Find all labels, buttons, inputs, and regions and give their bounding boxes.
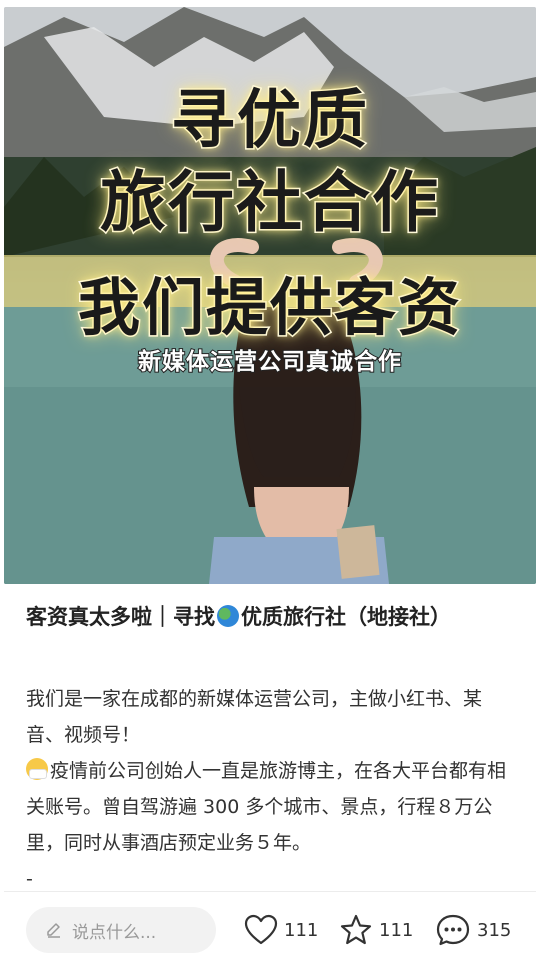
favorite-button[interactable]: 111 <box>339 910 413 950</box>
post-title-part-1: 客资真太多啦｜寻找 <box>26 605 215 629</box>
like-count: 111 <box>284 919 319 941</box>
star-icon <box>340 914 372 945</box>
mask-face-emoji-icon <box>26 758 48 780</box>
comment-input[interactable]: 说点什么... <box>26 907 216 953</box>
favorite-count: 111 <box>379 919 414 941</box>
cover-image[interactable]: 寻优质 旅行社合作 我们提供客资 新媒体运营公司真诚合作 <box>4 7 536 584</box>
cover-title-line-2: 旅行社合作 <box>99 163 440 243</box>
post-body: 我们是一家在成都的新媒体运营公司，主做小红书、某音、视频号！ 疫情前公司创始人一… <box>26 681 518 897</box>
post-title: 客资真太多啦｜寻找 优质旅行社（地接社） <box>26 600 516 635</box>
speech-bubble-icon <box>436 914 470 946</box>
comment-count: 315 <box>477 919 512 941</box>
comment-placeholder: 说点什么... <box>72 922 157 943</box>
cover-title-line-1: 寻优质 <box>170 83 369 160</box>
heart-icon <box>244 914 278 945</box>
post-title-part-2: 优质旅行社（地接社） <box>241 605 451 629</box>
divider <box>4 891 536 892</box>
post-paragraph-2-text: 疫情前公司创始人一直是旅游博主，在各大平台都有相关账号。曾自驾游遍 300 多个… <box>26 760 507 854</box>
post-paragraph-1: 我们是一家在成都的新媒体运营公司，主做小红书、某音、视频号！ <box>26 688 483 746</box>
globe-emoji-icon <box>217 605 239 627</box>
pencil-icon <box>47 923 60 938</box>
post-paragraph-2: 疫情前公司创始人一直是旅游博主，在各大平台都有相关账号。曾自驾游遍 300 多个… <box>26 753 518 861</box>
like-button[interactable]: 111 <box>244 910 318 950</box>
comment-button[interactable]: 315 <box>435 910 511 950</box>
cover-subtitle: 新媒体运营公司真诚合作 <box>137 348 402 376</box>
cover-title-line-3: 我们提供客资 <box>76 270 462 346</box>
